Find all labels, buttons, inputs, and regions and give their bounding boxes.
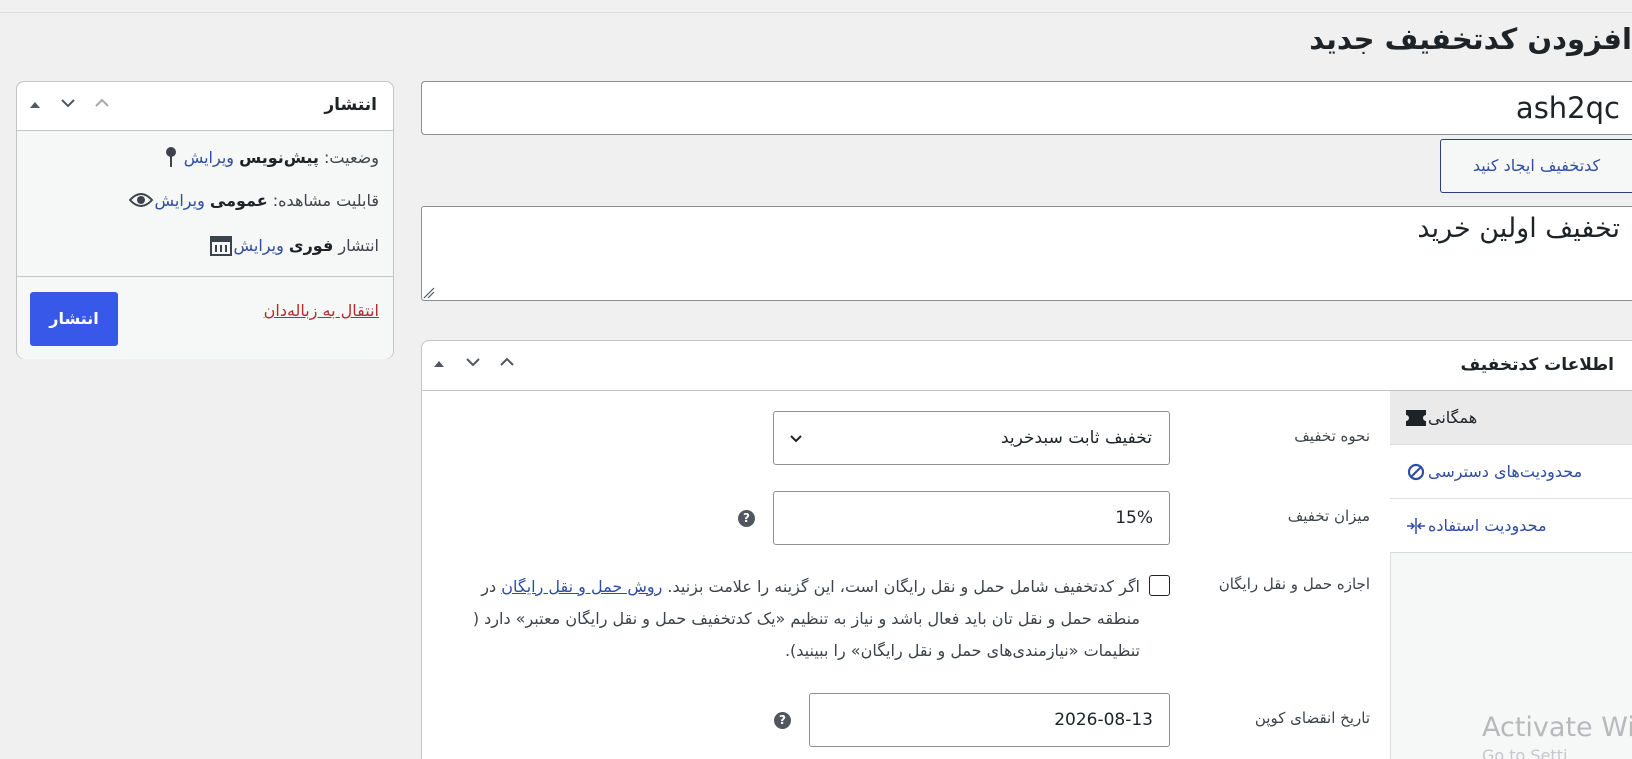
edit-visibility-link[interactable]: ویرایش [154, 191, 204, 210]
tab-label: همگانی [1428, 408, 1478, 427]
calendar-icon [208, 232, 234, 258]
tab-usage-restriction[interactable]: محدودیت‌های دسترسی [1390, 445, 1632, 499]
publish-box: انتشار وضعیت: پیش‌نویس ویرایش قابلیت مشا… [16, 81, 394, 359]
block-icon [1404, 460, 1428, 484]
tab-label: محدودیت‌های دسترسی [1428, 462, 1583, 481]
free-shipping-label: اجازه حمل و نقل رایگان [1218, 575, 1370, 593]
move-to-trash-link[interactable]: انتقال به زباله‌دان [264, 301, 379, 320]
publish-actions: انتقال به زباله‌دان انتشار [17, 276, 393, 359]
amount-label: میزان تخفیف [1287, 507, 1370, 525]
collapse-arrows-icon [1404, 514, 1428, 538]
coupon-data-header: اطلاعات کدتخفیف [422, 341, 1632, 391]
publish-button[interactable]: انتشار [30, 292, 118, 346]
tab-usage-limits[interactable]: محدودیت استفاده [1390, 499, 1632, 553]
publish-box-header: انتشار [17, 82, 393, 131]
collapse-up-icon[interactable] [90, 94, 114, 118]
edit-schedule-link[interactable]: ویرایش [234, 236, 284, 255]
discount-type-value: تخفیف ثابت سبدخرید [1000, 428, 1152, 448]
chevron-down-icon[interactable] [56, 94, 80, 118]
coupon-data-tabs: همگانی محدودیت‌های دسترسی محدودیت استفاد… [1390, 391, 1632, 759]
schedule-row: انتشار فوری ویرایش [200, 230, 379, 260]
amount-input[interactable]: 15% [773, 491, 1170, 545]
help-icon[interactable]: ? [774, 712, 791, 729]
status-value: پیش‌نویس [239, 147, 319, 167]
visibility-row: قابلیت مشاهده: عمومی ویرایش [120, 185, 379, 215]
free-shipping-checkbox[interactable] [1149, 575, 1170, 596]
activation-watermark: Activate Wi [1482, 712, 1632, 743]
coupon-data-box: اطلاعات کدتخفیف همگانی محدودیت‌های دسترس… [421, 340, 1632, 759]
help-icon[interactable]: ? [738, 510, 755, 527]
discount-type-select[interactable]: تخفیف ثابت سبدخرید [773, 411, 1170, 465]
coupon-description-textarea[interactable]: تخفیف اولین خرید [421, 206, 1632, 301]
free-shipping-description: اگر کدتخفیف شامل حمل و نقل رایگان است، ا… [472, 577, 1140, 660]
eye-icon [128, 187, 154, 213]
tab-label: محدودیت استفاده [1428, 516, 1547, 535]
chevron-down-icon [790, 435, 802, 443]
ticket-icon [1404, 406, 1428, 430]
coupon-data-title: اطلاعات کدتخفیف [1460, 355, 1614, 375]
publish-box-title: انتشار [324, 95, 377, 115]
visibility-label: قابلیت مشاهده: [272, 190, 379, 210]
edit-status-link[interactable]: ویرایش [184, 148, 234, 167]
page-title: افزودن کدتخفیف جدید [1309, 22, 1632, 56]
status-label: وضعیت: [324, 147, 379, 167]
tab-general[interactable]: همگانی [1390, 391, 1632, 445]
top-divider [0, 12, 1632, 13]
move-up-icon[interactable] [23, 94, 47, 118]
move-up-icon[interactable] [427, 353, 451, 377]
collapse-up-icon[interactable] [495, 353, 519, 377]
activation-watermark-sub: Go to Setti [1482, 746, 1568, 759]
expiry-date-input[interactable]: 2026-08-13 [809, 693, 1170, 747]
discount-type-label: نحوه تخفیف [1294, 427, 1370, 445]
schedule-value: فوری [288, 235, 334, 255]
visibility-value: عمومی [209, 190, 268, 210]
chevron-down-icon[interactable] [461, 353, 485, 377]
coupon-code-input[interactable]: ash2qc [421, 81, 1632, 135]
free-shipping-method-link[interactable]: روش حمل و نقل رایگان [501, 577, 662, 596]
expiry-date-label: تاریخ انقضای کوپن [1254, 709, 1370, 727]
schedule-label: انتشار [338, 235, 379, 255]
generate-coupon-button[interactable]: کدتخفیف ایجاد کنید [1440, 139, 1632, 193]
status-row: وضعیت: پیش‌نویس ویرایش [150, 142, 379, 172]
resize-handle-icon[interactable] [423, 287, 435, 299]
pin-icon [158, 144, 184, 170]
